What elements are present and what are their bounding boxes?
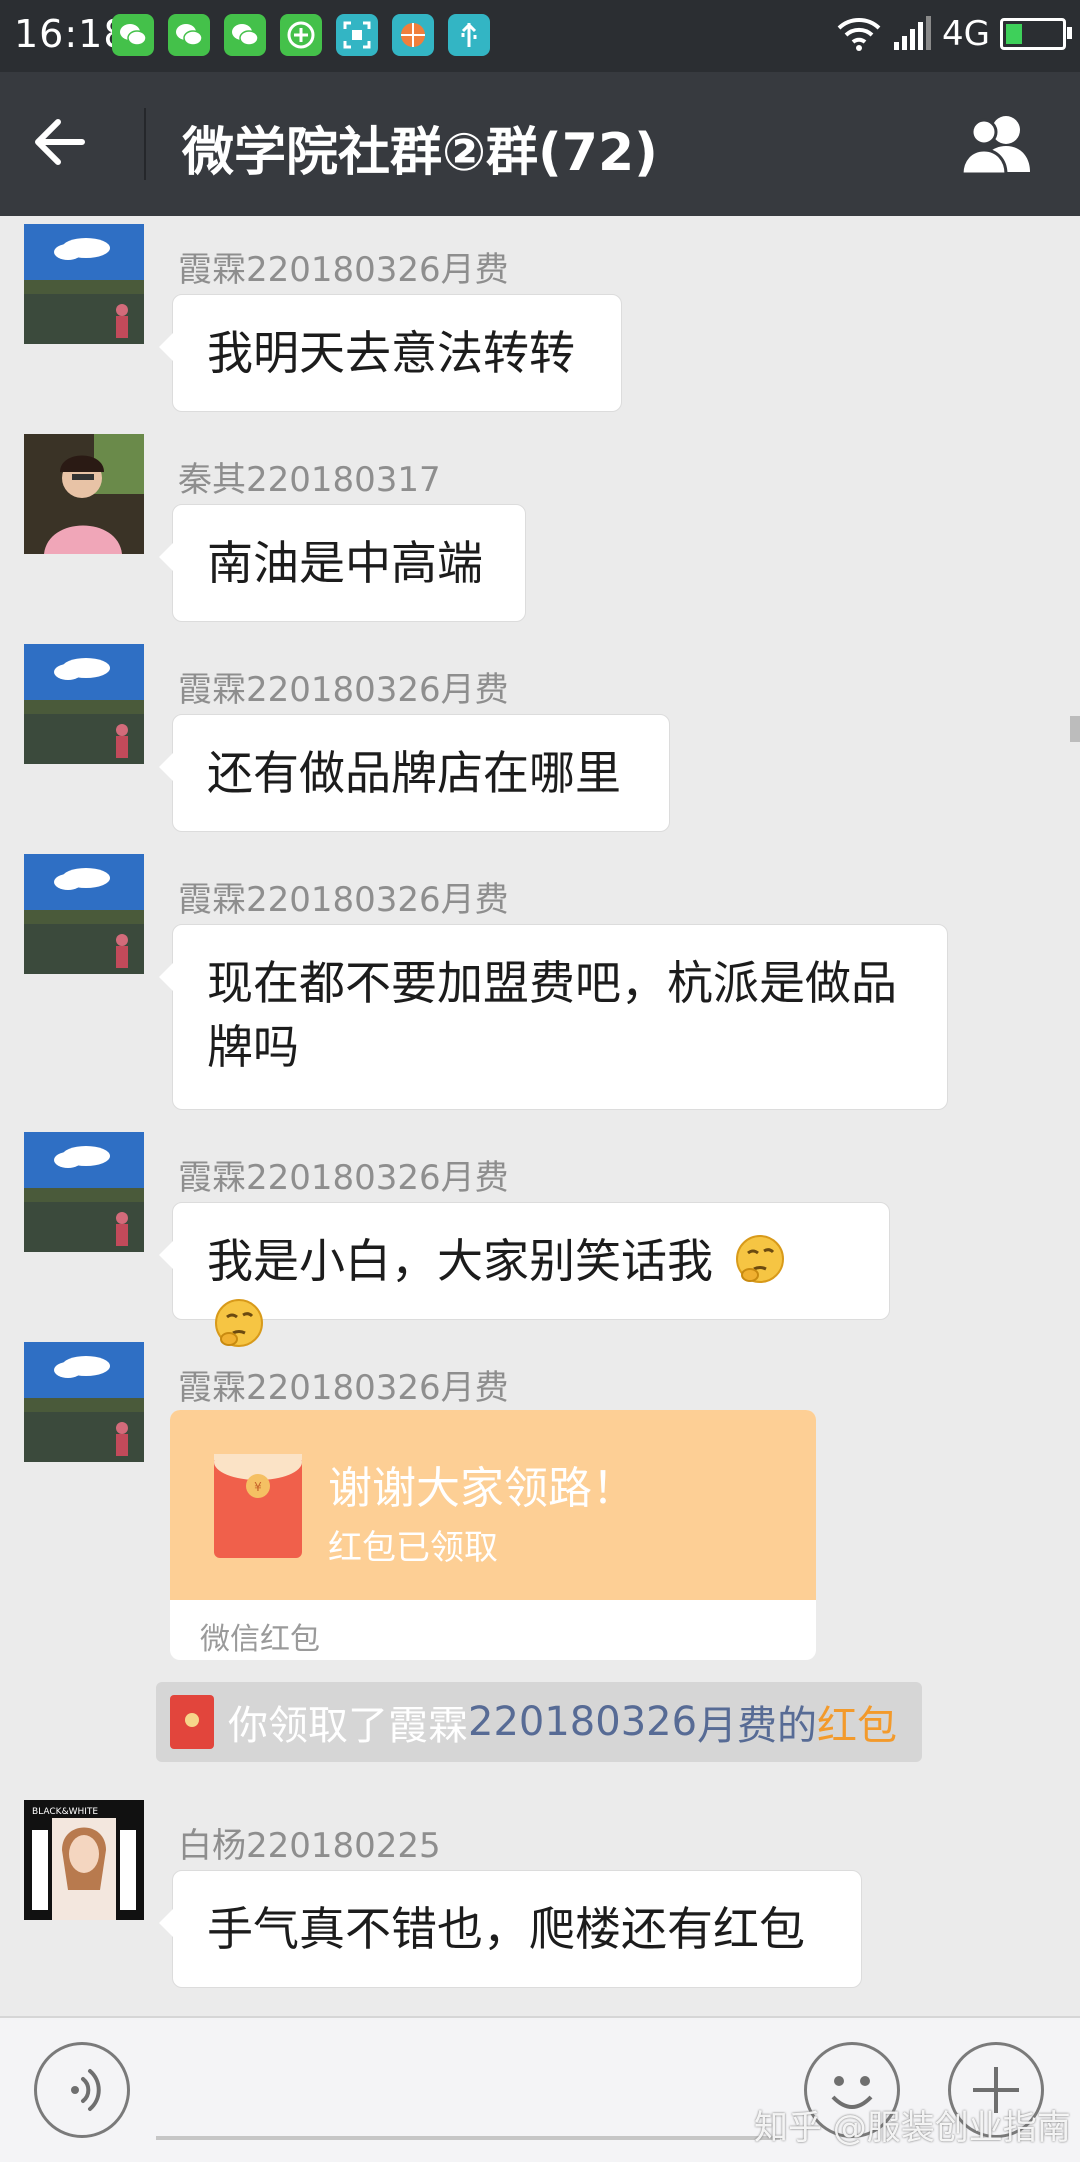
avatar[interactable] [24,224,144,344]
group-members-button[interactable] [954,112,1040,176]
voice-icon [71,2069,101,2111]
message-bubble[interactable]: 我明天去意法转转 [159,294,622,412]
message-text: 还有做品牌店在哪里 [207,746,621,800]
avatar[interactable] [24,854,144,974]
message-text-line: 牌吗 [207,1020,299,1074]
title-divider [144,108,146,180]
wechat-icon [112,14,154,56]
avatar[interactable] [24,434,144,554]
red-packet-icon [170,1695,214,1749]
status-bar: 16:18 4G [0,0,1080,72]
group-members-icon [960,116,1030,176]
red-packet-title: 谢谢大家领路！ [328,1463,636,1514]
message-text: 手气真不错也，爬楼还有红包 [207,1902,805,1956]
thinking-emoji-icon [735,1235,784,1283]
sender-name: 霞霖220180326月费 [178,250,509,290]
scroll-indicator[interactable] [1070,716,1080,742]
notice-user-link[interactable]: 220180326 [468,1699,697,1745]
message-text: 我是小白，大家别笑话我 [207,1234,713,1288]
notice-middle: 月费的 [697,1703,818,1749]
chat-list[interactable]: 霞霖220180326月费 我明天去意法转转 秦其220180317 南油是中高… [0,216,1080,2016]
sender-name: 霞霖220180326月费 [178,1368,509,1408]
sender-name: 秦其220180317 [178,460,441,500]
message-bubble[interactable]: 我是小白，大家别笑话我 [159,1202,890,1347]
back-button[interactable] [30,112,110,182]
message-input[interactable] [156,2136,780,2140]
notice-red-packet-link[interactable]: 红包 [817,1693,897,1751]
input-bar: 知乎 @服装创业指南 [0,2016,1080,2162]
page-title: 微学院社群②群(72) [182,123,658,183]
red-packet-card[interactable]: ¥ 谢谢大家领路！ 红包已领取 微信红包 [170,1410,816,1660]
basketball-icon [392,14,434,56]
message-text: 我明天去意法转转 [207,326,575,380]
sender-name: 霞霖220180326月费 [178,670,509,710]
status-right: 4G [836,14,1072,54]
wechat-icon [224,14,266,56]
avatar[interactable] [24,1342,144,1462]
svg-text:¥: ¥ [254,1480,262,1494]
title-bar: 微学院社群②群(72) [0,72,1080,216]
red-packet-footer: 微信红包 [200,1622,320,1657]
red-packet-status: 红包已领取 [328,1528,498,1568]
sender-name: 霞霖220180326月费 [178,880,509,920]
avatar[interactable] [24,644,144,764]
red-envelope-icon: ¥ [214,1454,302,1558]
notification-icons [112,14,490,56]
thinking-emoji-icon [215,1299,263,1347]
message-bubble[interactable]: 现在都不要加盟费吧，杭派是做品 牌吗 [159,924,948,1110]
watermark: 知乎 @服装创业指南 [754,2108,1071,2148]
svg-text:BLACK&WHITE: BLACK&WHITE [32,1807,98,1817]
signal-icon [894,16,932,50]
avatar[interactable]: BLACK&WHITE [24,1800,144,1920]
back-arrow-icon [35,119,85,165]
message-text: 南油是中高端 [207,536,483,590]
message-bubble[interactable]: 还有做品牌店在哪里 [159,714,670,832]
sender-name: 白杨220180225 [178,1826,441,1866]
voice-input-button[interactable] [34,2042,130,2138]
plus-circle-icon [280,14,322,56]
red-packet-notice: 你领取了霞霖 220180326 月费的 红包 [156,1682,922,1762]
scan-icon [336,14,378,56]
red-packet-top: ¥ 谢谢大家领路！ 红包已领取 [170,1410,816,1600]
wifi-icon [837,18,881,51]
message-bubble[interactable]: 南油是中高端 [159,504,526,622]
sender-name: 霞霖220180326月费 [178,1158,509,1198]
wechat-icon [168,14,210,56]
avatar[interactable] [24,1132,144,1252]
battery-charging-icon [1000,18,1072,50]
message-text-line: 现在都不要加盟费吧，杭派是做品 [207,956,897,1010]
message-bubble[interactable]: 手气真不错也，爬楼还有红包 [159,1870,862,1988]
usb-icon [448,14,490,56]
network-type: 4G [942,14,990,54]
notice-prefix: 你领取了霞霖 [228,1703,468,1749]
